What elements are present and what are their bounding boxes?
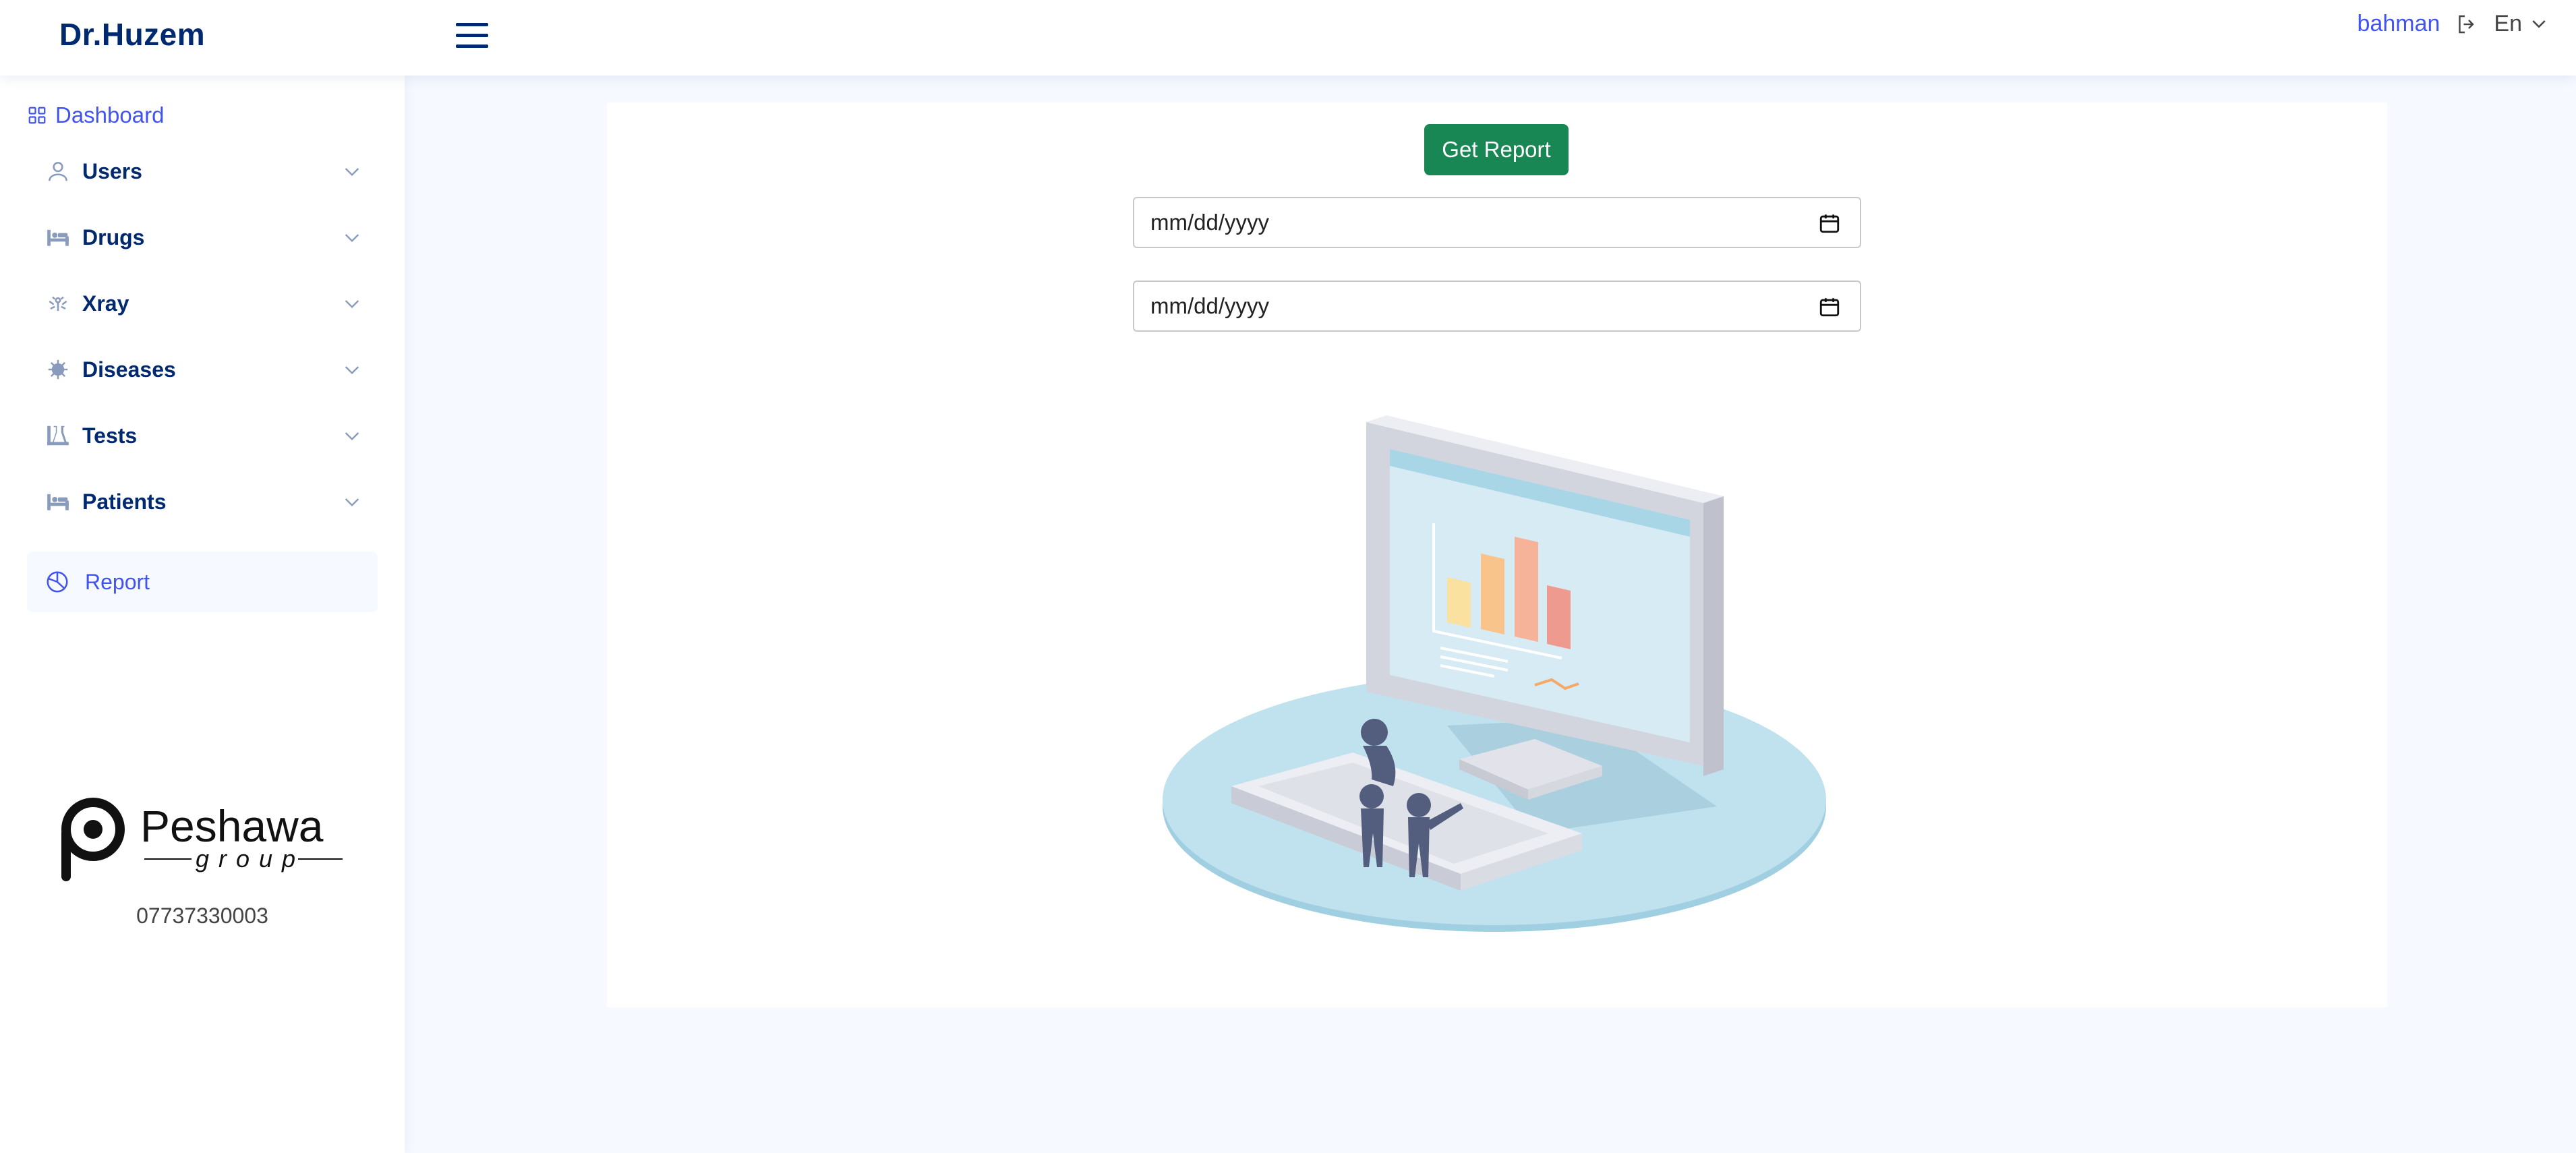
sidebar-item-label: Tests [82,423,138,448]
chevron-down-icon [345,366,359,375]
username-link[interactable]: bahman [2358,11,2440,37]
pie-chart-icon [47,571,68,593]
language-label: En [2494,11,2522,36]
sidebar-item-users[interactable]: Users [27,144,378,198]
sidebar-item-dashboard[interactable]: Dashboard [27,102,164,128]
sidebar-item-label: Drugs [82,225,145,249]
chevron-down-icon [345,300,359,309]
svg-text:group: group [196,845,305,873]
date-to-placeholder: mm/dd/yyyy [1150,293,1270,318]
chevron-down-icon [345,498,359,507]
contact-phone: 07737330003 [136,904,268,928]
peshawa-group-logo: Peshawa group [61,798,343,881]
sidebar-item-label: Diseases [82,357,176,382]
xray-icon [45,290,71,317]
top-header: Dr.Huzem bahman En [0,0,2576,76]
date-from-placeholder: mm/dd/yyyy [1150,210,1270,235]
grid-icon [28,107,46,124]
user-icon [45,158,71,185]
bed-icon [45,224,71,251]
sidebar-item-label: Patients [82,489,167,514]
sidebar-item-label: Dashboard [55,102,165,127]
calendar-icon[interactable] [1818,295,1841,318]
hamburger-line [456,34,488,37]
language-dropdown[interactable]: En [2494,11,2549,37]
chevron-down-icon [345,168,359,177]
sidebar-item-label: Report [85,569,150,594]
date-to-input[interactable]: mm/dd/yyyy [1133,280,1861,332]
report-illustration [1163,415,1826,932]
hamburger-line [456,45,488,48]
app-logo[interactable]: Dr.Huzem [59,16,205,53]
chevron-down-icon [345,234,359,243]
sidebar-item-label: Xray [82,291,129,316]
svg-text:Peshawa: Peshawa [140,801,324,851]
virus-icon [45,356,71,383]
hamburger-line [456,23,488,26]
get-report-button[interactable]: Get Report [1424,124,1569,175]
header-right: bahman En [2358,11,2549,37]
sidebar-item-drugs[interactable]: Drugs [27,210,378,264]
sidebar-item-report[interactable]: Report [27,552,378,612]
flask-icon [45,422,71,449]
bed-icon [45,488,71,515]
chevron-down-icon [345,432,359,441]
sidebar-item-patients[interactable]: Patients [27,475,378,529]
chevron-down-icon [2532,20,2546,28]
sidebar-item-label: Users [82,158,142,183]
calendar-icon[interactable] [1818,212,1841,235]
date-from-input[interactable]: mm/dd/yyyy [1133,197,1861,248]
sidebar-item-tests[interactable]: Tests [27,409,378,463]
sidebar-item-xray[interactable]: Xray [27,276,378,330]
logout-icon[interactable] [2455,12,2479,36]
menu-toggle-button[interactable] [456,20,490,50]
sidebar-item-diseases[interactable]: Diseases [27,343,378,396]
sidebar: Dashboard Users Drugs Xray Diseases Test… [0,76,405,1153]
